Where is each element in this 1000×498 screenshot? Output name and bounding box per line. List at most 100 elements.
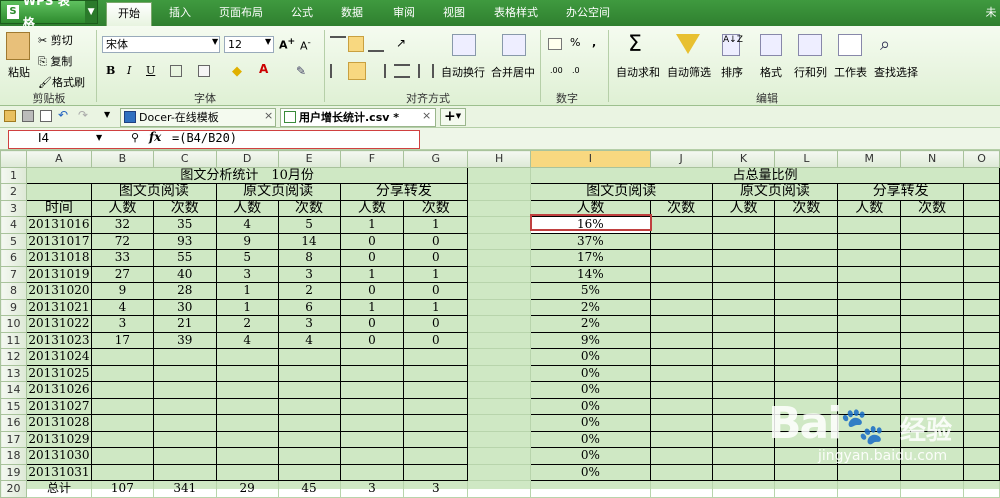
value-cell[interactable] <box>277 430 341 448</box>
value-cell[interactable]: 30 <box>152 298 217 316</box>
date-cell[interactable]: 20131030 <box>25 447 92 465</box>
percent-cell[interactable]: 0% <box>530 414 651 432</box>
sub-header[interactable]: 次数 <box>649 199 713 217</box>
tab-review[interactable]: 审阅 <box>384 2 424 24</box>
value-cell[interactable]: 4 <box>215 216 279 234</box>
row-header[interactable]: 9 <box>0 298 27 316</box>
autosum-button[interactable]: 自动求和 <box>616 64 660 80</box>
row-header[interactable]: 3 <box>0 199 27 217</box>
merge-icon[interactable] <box>198 65 210 77</box>
percent-cell[interactable]: 0% <box>530 364 651 382</box>
format-button[interactable]: 格式 <box>760 64 782 80</box>
value-cell[interactable] <box>403 430 469 448</box>
shrink-font-icon[interactable]: A- <box>300 37 311 53</box>
date-cell[interactable]: 20131025 <box>25 364 92 382</box>
cell[interactable] <box>467 463 531 481</box>
undo-icon[interactable]: ↶ <box>58 108 68 122</box>
value-cell[interactable] <box>215 397 279 415</box>
cell[interactable] <box>774 348 839 366</box>
value-cell[interactable]: 28 <box>152 282 217 300</box>
value-cell[interactable] <box>403 364 469 382</box>
sub-header[interactable]: 人数 <box>711 199 776 217</box>
cell[interactable] <box>467 315 531 333</box>
cell[interactable] <box>467 166 531 184</box>
column-header-o[interactable]: O <box>963 150 1000 168</box>
value-cell[interactable]: 0 <box>403 282 469 300</box>
tab-data[interactable]: 数据 <box>332 2 372 24</box>
cell[interactable] <box>900 298 965 316</box>
row-header[interactable]: 8 <box>0 282 27 300</box>
print-icon[interactable] <box>22 110 34 122</box>
distributed-icon[interactable] <box>394 64 410 78</box>
value-cell[interactable] <box>339 348 405 366</box>
cell[interactable] <box>837 315 902 333</box>
cell[interactable] <box>467 183 531 201</box>
fill-color-icon[interactable]: ◆ <box>232 64 242 79</box>
value-cell[interactable] <box>339 364 405 382</box>
cell[interactable] <box>711 232 776 250</box>
group-header[interactable]: 分享转发 <box>339 183 469 201</box>
value-cell[interactable] <box>277 348 341 366</box>
cell[interactable] <box>467 298 531 316</box>
value-cell[interactable] <box>403 463 469 481</box>
value-cell[interactable]: 33 <box>90 249 154 267</box>
tab-home[interactable]: 开始 <box>106 2 152 26</box>
value-cell[interactable]: 72 <box>90 232 154 250</box>
value-cell[interactable] <box>339 430 405 448</box>
percent-cell[interactable]: 0% <box>530 447 651 465</box>
time-header[interactable]: 时间 <box>25 199 92 217</box>
value-cell[interactable] <box>215 364 279 382</box>
cell[interactable] <box>774 216 839 234</box>
align-bottom-icon[interactable] <box>368 36 384 52</box>
column-header-i[interactable]: I <box>530 150 651 168</box>
cell[interactable] <box>711 282 776 300</box>
group-header[interactable]: 原文页阅读 <box>711 183 839 201</box>
align-right-icon[interactable] <box>370 64 386 78</box>
row-header[interactable]: 14 <box>0 381 27 399</box>
column-header-b[interactable]: B <box>90 150 154 168</box>
cell[interactable] <box>649 414 713 432</box>
cell[interactable] <box>774 364 839 382</box>
value-cell[interactable]: 21 <box>152 315 217 333</box>
cell[interactable] <box>649 364 713 382</box>
doc-tab-docer[interactable]: Docer-在线模板 <box>120 108 276 127</box>
column-header-a[interactable]: A <box>25 150 92 168</box>
value-cell[interactable] <box>152 463 217 481</box>
column-header-g[interactable]: G <box>403 150 469 168</box>
value-cell[interactable] <box>215 381 279 399</box>
cell[interactable] <box>711 249 776 267</box>
decrease-decimal-icon[interactable]: .0 <box>572 66 580 75</box>
percent-cell[interactable]: 14% <box>530 265 651 283</box>
sub-header[interactable]: 人数 <box>530 199 651 217</box>
value-cell[interactable]: 3 <box>90 315 154 333</box>
value-cell[interactable] <box>152 447 217 465</box>
column-header-c[interactable]: C <box>152 150 217 168</box>
value-cell[interactable]: 1 <box>339 265 405 283</box>
row-header[interactable]: 4 <box>0 216 27 234</box>
cell[interactable] <box>774 265 839 283</box>
percent-cell[interactable]: 0% <box>530 397 651 415</box>
increase-decimal-icon[interactable]: .00 <box>550 66 563 75</box>
name-box[interactable]: I4 <box>38 131 49 145</box>
value-cell[interactable] <box>152 430 217 448</box>
print-preview-icon[interactable] <box>40 110 52 122</box>
right-table-title[interactable]: 占总量比例 <box>530 166 1000 184</box>
column-header-n[interactable]: N <box>900 150 965 168</box>
sub-header[interactable]: 次数 <box>403 199 469 217</box>
cell[interactable] <box>649 430 713 448</box>
value-cell[interactable]: 6 <box>277 298 341 316</box>
percent-cell[interactable]: 5% <box>530 282 651 300</box>
value-cell[interactable] <box>152 381 217 399</box>
comma-icon[interactable]: , <box>592 36 596 49</box>
row-header[interactable]: 19 <box>0 463 27 481</box>
cell[interactable] <box>963 232 1000 250</box>
column-header-l[interactable]: L <box>774 150 839 168</box>
align-middle-icon[interactable] <box>348 36 364 52</box>
cell[interactable] <box>649 331 713 349</box>
cell[interactable] <box>774 249 839 267</box>
cell[interactable] <box>711 216 776 234</box>
value-cell[interactable] <box>277 463 341 481</box>
group-header[interactable]: 原文页阅读 <box>215 183 341 201</box>
percent-cell[interactable]: 17% <box>530 249 651 267</box>
sub-header[interactable]: 次数 <box>900 199 965 217</box>
